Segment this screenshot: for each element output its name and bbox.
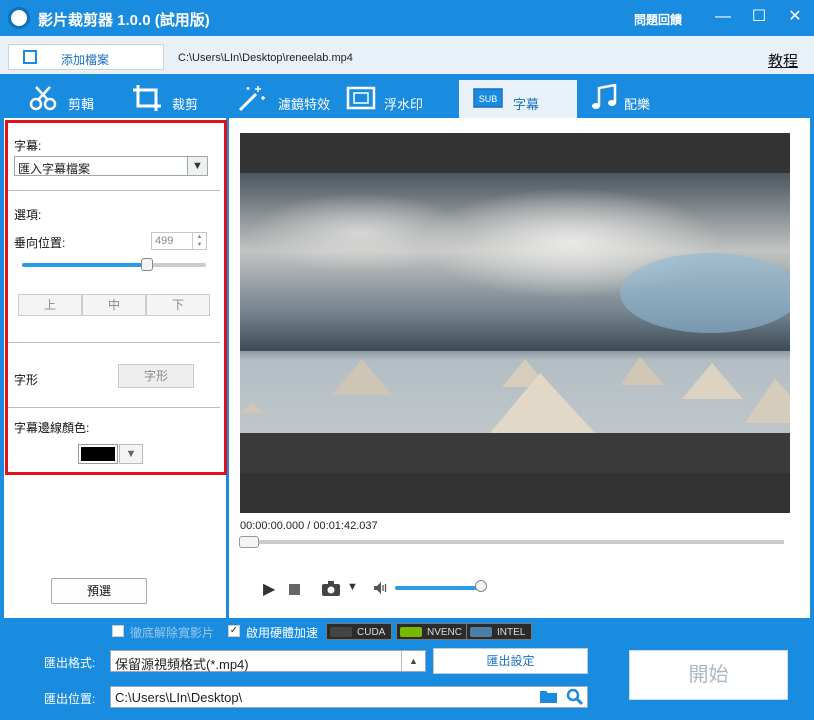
font-label: 字形	[14, 373, 39, 387]
volume-slider-handle[interactable]	[475, 580, 487, 592]
nvenc-badge: NVENC	[396, 623, 470, 640]
tab-trim[interactable]: 剪輯	[28, 80, 118, 118]
deinterlace-checkbox[interactable]	[112, 625, 124, 637]
output-path-label: 匯出位置:	[44, 692, 96, 706]
magic-wand-icon	[238, 86, 265, 112]
time-display: 00:00:00.000 / 00:01:42.037	[240, 520, 378, 532]
align-top-button[interactable]: 上	[18, 294, 82, 316]
folder-icon[interactable]	[540, 689, 558, 704]
intel-badge: INTEL	[466, 623, 533, 640]
stop-icon[interactable]	[289, 584, 300, 595]
divider	[8, 342, 220, 343]
watermark-icon	[346, 86, 376, 110]
vertical-position-input[interactable]: 499 ▲ ▼	[151, 232, 207, 250]
output-format-label: 匯出格式:	[44, 656, 96, 670]
outline-color-label: 字幕邊線顏色:	[14, 421, 90, 435]
play-icon[interactable]: ▶	[263, 579, 275, 599]
cuda-badge-label: CUDA	[357, 627, 386, 638]
close-button[interactable]: ✕	[784, 6, 806, 28]
font-button[interactable]: 字形	[118, 364, 194, 388]
spin-arrows-icon[interactable]: ▲ ▼	[192, 233, 206, 249]
output-path-value: C:\Users\LIn\Desktop\	[115, 690, 243, 705]
tab-trim-label: 剪輯	[68, 97, 95, 112]
nvidia-icon	[400, 627, 422, 637]
tab-subtitle-label: 字幕	[513, 97, 540, 112]
crop-icon	[133, 85, 161, 111]
cuda-badge: CUDA	[326, 623, 393, 640]
tab-watermark-label: 浮水印	[384, 97, 424, 112]
tab-watermark[interactable]: 浮水印	[346, 80, 436, 118]
output-format-select[interactable]: 保留源視頻格式(*.mp4) ▲	[110, 650, 426, 672]
file-path: C:\Users\LIn\Desktop\reneelab.mp4	[178, 52, 353, 64]
window-title: 影片裁剪器 1.0.0 (試用版)	[38, 12, 210, 29]
add-file-label: 添加檔案	[61, 53, 110, 67]
video-letterbox	[240, 433, 790, 473]
tutorial-link[interactable]: 教程	[768, 50, 798, 71]
chevron-down-icon[interactable]: ▼	[119, 444, 143, 464]
vertical-position-value: 499	[155, 235, 174, 247]
hardware-acceleration-checkbox[interactable]: ✓	[228, 625, 240, 637]
tab-crop[interactable]: 裁剪	[132, 80, 222, 118]
align-middle-button[interactable]: 中	[82, 294, 146, 316]
vertical-position-slider-handle[interactable]	[141, 258, 153, 271]
snapshot-dropdown-icon[interactable]: ▼	[347, 581, 358, 593]
tab-music-label: 配樂	[624, 97, 651, 112]
intel-badge-label: INTEL	[497, 627, 526, 638]
options-label: 選項:	[14, 208, 42, 222]
chevron-up-icon: ▲	[401, 651, 425, 671]
nvenc-badge-label: NVENC	[427, 627, 463, 638]
nvidia-icon	[330, 627, 352, 637]
help-link[interactable]: 問題回饋	[634, 11, 682, 28]
salt-flat-scene	[240, 173, 790, 433]
video-frame	[240, 173, 790, 433]
search-icon[interactable]	[566, 688, 584, 706]
output-format-value: 保留源視頻格式(*.mp4)	[115, 657, 249, 672]
film-reel-icon	[8, 7, 30, 29]
tab-filters[interactable]: 濾鏡特效	[236, 80, 336, 118]
hardware-acceleration-label: 啟用硬體加速	[246, 626, 319, 640]
output-settings-button[interactable]: 匯出設定	[433, 648, 588, 674]
subtitle-label: 字幕:	[14, 139, 42, 153]
tab-subtitle[interactable]: SUB 字幕	[459, 80, 577, 118]
preset-button[interactable]: 預選	[51, 578, 147, 604]
camera-icon[interactable]	[322, 581, 342, 596]
outline-color-swatch[interactable]	[78, 444, 118, 464]
tab-filters-label: 濾鏡特效	[278, 97, 331, 112]
tab-crop-label: 裁剪	[172, 97, 199, 112]
playback-progress-handle[interactable]	[239, 536, 259, 548]
playback-progress-bar[interactable]	[240, 540, 784, 544]
output-path-input[interactable]: C:\Users\LIn\Desktop\	[110, 686, 588, 708]
scissors-icon	[29, 86, 57, 111]
svg-text:SUB: SUB	[479, 94, 498, 104]
add-file-button[interactable]: 添加檔案	[8, 44, 164, 70]
tab-music[interactable]: 配樂	[590, 80, 670, 118]
vertical-position-slider-fill	[22, 263, 147, 267]
divider	[8, 190, 220, 191]
minimize-button[interactable]: —	[712, 6, 734, 28]
music-note-icon	[592, 84, 617, 109]
volume-slider[interactable]	[395, 586, 481, 590]
subtitle-icon: SUB	[473, 88, 503, 108]
add-file-icon	[23, 50, 37, 64]
deinterlace-label: 徹底解除寬影片	[130, 626, 215, 640]
intel-icon	[470, 627, 492, 637]
volume-icon[interactable]	[373, 581, 389, 595]
subtitle-select-value: 匯入字幕檔案	[18, 162, 91, 176]
subtitle-select[interactable]: 匯入字幕檔案 ▼	[14, 156, 208, 176]
start-button[interactable]: 開始	[629, 650, 788, 700]
chevron-down-icon: ▼	[187, 157, 207, 175]
outline-color-fill	[81, 447, 115, 461]
vertical-position-label: 垂向位置:	[14, 236, 66, 250]
divider	[8, 407, 220, 408]
align-bottom-button[interactable]: 下	[146, 294, 210, 316]
maximize-button[interactable]: ☐	[748, 6, 770, 28]
